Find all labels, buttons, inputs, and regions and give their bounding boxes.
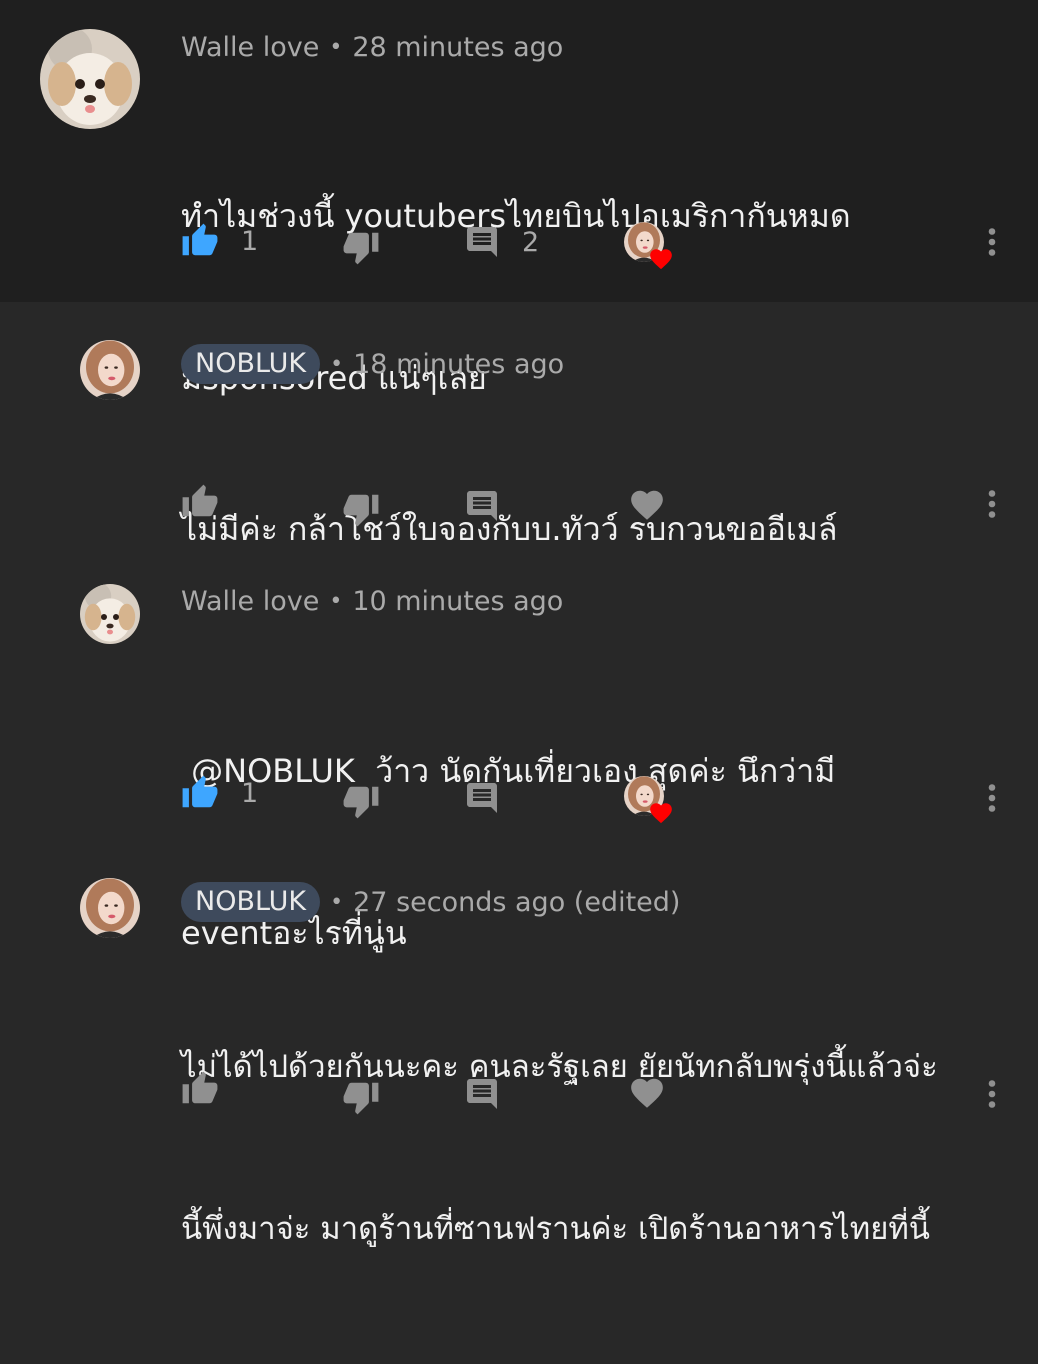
heart-icon	[628, 1074, 666, 1112]
timestamp: 28 minutes ago	[352, 32, 564, 63]
reply-count: 2	[522, 226, 540, 258]
more-options-button[interactable]	[974, 1076, 1010, 1112]
comment-meta: Walle love • 28 minutes ago	[181, 32, 563, 63]
more-vert-icon	[974, 780, 1010, 816]
thumb-up-icon	[181, 774, 219, 812]
thumb-down-icon	[342, 1078, 380, 1116]
dislike-button[interactable]	[342, 782, 380, 820]
more-options-button[interactable]	[974, 224, 1010, 260]
comment-meta: NOBLUK • 27 seconds ago (edited)	[181, 882, 680, 922]
dislike-button[interactable]	[342, 1078, 380, 1116]
heart-button[interactable]	[628, 1074, 666, 1112]
creator-heart-badge	[624, 222, 672, 270]
separator-dot: •	[330, 889, 344, 915]
creator-heart-badge-icon	[648, 800, 674, 826]
comment-line: ไม่ได้ไปด้วยกันนะคะ คนละรัฐเลย ยัยนัทกลั…	[181, 1049, 938, 1085]
reply-button[interactable]	[464, 488, 500, 524]
reply-item: Walle love • 10 minutes ago @NOBLUK ว้าว…	[0, 542, 1038, 952]
thumb-up-icon	[181, 1070, 219, 1108]
more-options-button[interactable]	[974, 780, 1010, 816]
separator-dot: •	[330, 351, 344, 377]
reply-icon	[464, 1076, 500, 1112]
creator-author-badge[interactable]: NOBLUK	[181, 344, 321, 384]
more-options-button[interactable]	[974, 486, 1010, 522]
author-name[interactable]: Walle love	[181, 586, 319, 617]
like-button[interactable]	[181, 1070, 219, 1108]
avatar[interactable]	[80, 878, 140, 938]
dislike-button[interactable]	[342, 228, 380, 266]
comment-line: นี้พึ่งมาจ่ะ มาดูร้านที่ซานฟรานค่ะ เปิดร…	[181, 1211, 930, 1247]
comment-text: ไม่ได้ไปด้วยกันนะคะ คนละรัฐเลย ยัยนัทกลั…	[181, 932, 938, 1364]
reply-icon	[464, 780, 500, 816]
like-button[interactable]: 1	[181, 774, 258, 812]
comment-meta: Walle love • 10 minutes ago	[181, 586, 563, 617]
like-button[interactable]: 1	[181, 222, 258, 260]
reply-button[interactable]	[464, 780, 500, 816]
creator-heart-badge	[624, 776, 672, 824]
comment-meta: NOBLUK • 18 minutes ago	[181, 344, 564, 384]
timestamp: 27 seconds ago (edited)	[353, 886, 681, 918]
reply-button[interactable]	[464, 1076, 500, 1112]
more-vert-icon	[974, 224, 1010, 260]
thumb-up-icon	[181, 222, 219, 260]
like-count: 1	[241, 777, 259, 809]
reply-icon	[464, 488, 500, 524]
comment-thread: Walle love • 28 minutes ago ทำไมช่วงนี้ …	[0, 0, 1038, 397]
reply-icon	[464, 224, 500, 260]
heart-icon	[628, 486, 666, 524]
creator-heart-badge-icon	[648, 246, 674, 272]
reply-item: NOBLUK • 18 minutes ago ไม่มีค่ะ กล้าโชว…	[0, 302, 1038, 548]
author-name[interactable]: Walle love	[181, 32, 319, 63]
avatar[interactable]	[80, 340, 140, 400]
separator-dot: •	[329, 35, 343, 60]
thumb-down-icon	[342, 782, 380, 820]
more-vert-icon	[974, 486, 1010, 522]
timestamp: 18 minutes ago	[353, 348, 565, 380]
comment-line: @NOBLUK ว้าว นัดกันเที่ยวเอง สุดค่ะ นึกว…	[181, 752, 836, 790]
like-button[interactable]	[181, 483, 219, 521]
avatar[interactable]	[80, 584, 140, 644]
reply-button[interactable]: 2	[464, 224, 539, 260]
dislike-button[interactable]	[342, 490, 380, 528]
reply-item: NOBLUK • 27 seconds ago (edited) ไม่ได้ไ…	[0, 838, 1038, 1247]
like-count: 1	[241, 225, 259, 257]
thumb-up-icon	[181, 483, 219, 521]
more-vert-icon	[974, 1076, 1010, 1112]
separator-dot: •	[329, 589, 343, 614]
timestamp: 10 minutes ago	[352, 586, 564, 617]
thumb-down-icon	[342, 228, 380, 266]
thumb-down-icon	[342, 490, 380, 528]
creator-author-badge[interactable]: NOBLUK	[181, 882, 321, 922]
avatar[interactable]	[40, 29, 140, 129]
heart-button[interactable]	[628, 486, 666, 524]
